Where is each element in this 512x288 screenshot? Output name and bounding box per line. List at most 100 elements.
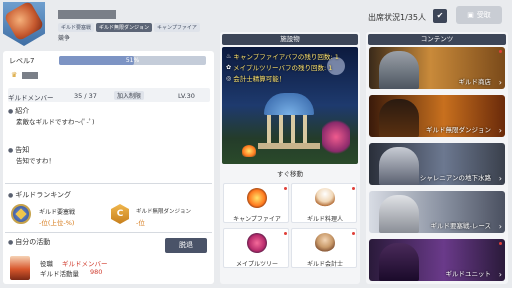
campfire-illustration: [242, 145, 256, 157]
tile-label: メイプルツリー: [235, 261, 278, 268]
check-icon: ✔: [436, 11, 444, 20]
chevron-right-icon: ›: [498, 126, 502, 135]
tile-label: キャンプファイア: [233, 216, 281, 223]
monster-illustration: [379, 147, 419, 185]
guild-type: 競争: [58, 35, 71, 42]
join-limit-value: LV.30: [178, 92, 195, 100]
notice-label: 告知: [15, 146, 30, 154]
intro-label: 紹介: [15, 107, 30, 115]
guild-tag: ギルド要塞戦: [58, 23, 95, 32]
guild-level: レベル7: [9, 57, 35, 65]
attendance-value: 1/35人: [400, 13, 426, 22]
leaf-icon: ✿: [226, 63, 232, 71]
quick-move-heading: すぐ移動: [277, 170, 303, 178]
chevron-right-icon: ›: [498, 222, 502, 231]
receive-label: 受取: [476, 11, 491, 19]
notification-dot: [284, 187, 287, 190]
crown-icon: ♛: [11, 71, 18, 79]
tile-label: ギルド会計士: [306, 261, 343, 268]
campfire-tile[interactable]: キャンプファイア: [223, 183, 289, 223]
ranking-label: ギルドランキング: [15, 191, 72, 199]
divider: [5, 183, 212, 184]
guild-name-redacted: [58, 10, 116, 19]
gazebo-floor-illustration: [258, 143, 320, 149]
castle-illustration: [379, 243, 419, 281]
gift-icon: ▣: [467, 11, 474, 19]
attendance-status: 出席状況1/35人: [368, 12, 426, 23]
member-label: ギルドメンバー: [8, 94, 54, 102]
bullet-icon: ●: [8, 107, 14, 115]
campfire-icon: [247, 188, 267, 208]
bullet-icon: ●: [8, 191, 14, 199]
guild-unit-banner[interactable]: ギルドユニット ›: [369, 239, 505, 281]
receive-button[interactable]: ▣ 受取: [456, 6, 502, 24]
chevron-right-icon: ›: [498, 174, 502, 183]
level-progress-bar: 51%: [59, 56, 206, 65]
notification-dot: [499, 242, 502, 245]
dungeon-gate-illustration: [379, 99, 419, 137]
notice-text: 告知ですわ！: [16, 157, 55, 165]
banner-label: ギルド要塞戦-レース: [430, 222, 491, 230]
ranking-title: ギルド無限ダンジョン: [136, 209, 192, 215]
guild-chef-tile[interactable]: ギルド料理人: [291, 183, 357, 223]
banner-label: ギルド商店: [458, 78, 492, 86]
chevron-right-icon: ›: [498, 78, 502, 87]
sharenian-waterway-banner[interactable]: シャレニアンの地下水路 ›: [369, 143, 505, 185]
tile-label: ギルド料理人: [306, 216, 343, 223]
guild-tag: ギルド無限ダンジョン: [96, 23, 153, 32]
gazebo-pillars-illustration: [267, 115, 311, 145]
banner-label: ギルドユニット: [445, 270, 492, 278]
role-label: 役職: [40, 260, 53, 268]
facilities-title: 施設物: [222, 34, 358, 45]
intro-text: 素敵なギルドですわ～(ﾟ-ﾟ): [16, 118, 95, 126]
guild-fortress-race-banner[interactable]: ギルド要塞戦-レース ›: [369, 191, 505, 233]
level-progress-text: 51%: [125, 57, 140, 64]
knight-illustration: [379, 195, 419, 233]
buff-text: メイプルツリーバフの残り回数: 1: [233, 64, 333, 72]
maple-tree-icon: [247, 233, 267, 253]
notification-dot: [284, 232, 287, 235]
buff-text: キャンプファイアバフの残り回数: 1: [233, 53, 339, 61]
chevron-right-icon: ›: [498, 270, 502, 279]
divider: [5, 232, 212, 233]
activity-label: 自分の活動: [15, 238, 51, 246]
member-count: 35 / 37: [74, 92, 97, 100]
ranking-heading: ● ギルドランキング: [8, 190, 71, 200]
ranking-value: -位(上位-%): [39, 219, 75, 227]
guild-shop-banner[interactable]: ギルド商店 ›: [369, 47, 505, 89]
guild-tag: キャンプファイア: [154, 23, 200, 32]
role-value: ギルドメンバー: [62, 260, 108, 268]
guild-accountant-tile[interactable]: ギルド会計士: [291, 228, 357, 268]
notification-dot: [499, 50, 502, 53]
banner-label: ギルド無限ダンジョン: [426, 126, 491, 134]
maple-tree-illustration: [322, 117, 350, 157]
bullet-icon: ●: [8, 238, 14, 246]
shop-keeper-illustration: [379, 51, 419, 89]
ranking-title: ギルド要塞戦: [39, 209, 76, 216]
ranking-value: -位: [136, 219, 145, 227]
contents-title: コンテンツ: [368, 34, 506, 45]
notification-dot: [352, 232, 355, 235]
activity-amount-value: 980: [90, 268, 103, 276]
maple-tree-tile[interactable]: メイプルツリー: [223, 228, 289, 268]
accountant-status: ◎ 会計士精算可能！: [226, 73, 286, 84]
coin-icon: ◎: [226, 74, 232, 82]
join-limit-label: 加入制限: [114, 91, 145, 100]
chef-icon: [315, 188, 335, 208]
leave-guild-button[interactable]: 脱退: [165, 238, 207, 253]
attendance-check-button[interactable]: ✔: [433, 9, 447, 23]
notification-dot: [352, 187, 355, 190]
activity-heading: ● 自分の活動: [8, 237, 50, 247]
guild-master-name-redacted: [22, 72, 38, 79]
attendance-label: 出席状況: [368, 13, 400, 22]
banner-label: シャレニアンの地下水路: [419, 174, 491, 182]
accountant-icon: [315, 233, 335, 253]
maple-tree-buff-status: ✿ メイプルツリーバフの残り回数: 1: [226, 62, 333, 73]
notice-heading: ● 告知: [8, 145, 29, 155]
gazebo-dome-illustration: [264, 93, 314, 115]
infinite-dungeon-banner[interactable]: ギルド無限ダンジョン ›: [369, 95, 505, 137]
buff-text: 会計士精算可能！: [233, 75, 286, 83]
flame-icon: ♨: [226, 52, 232, 60]
fortress-rank-badge-icon: [11, 204, 31, 224]
intro-heading: ● 紹介: [8, 106, 29, 116]
